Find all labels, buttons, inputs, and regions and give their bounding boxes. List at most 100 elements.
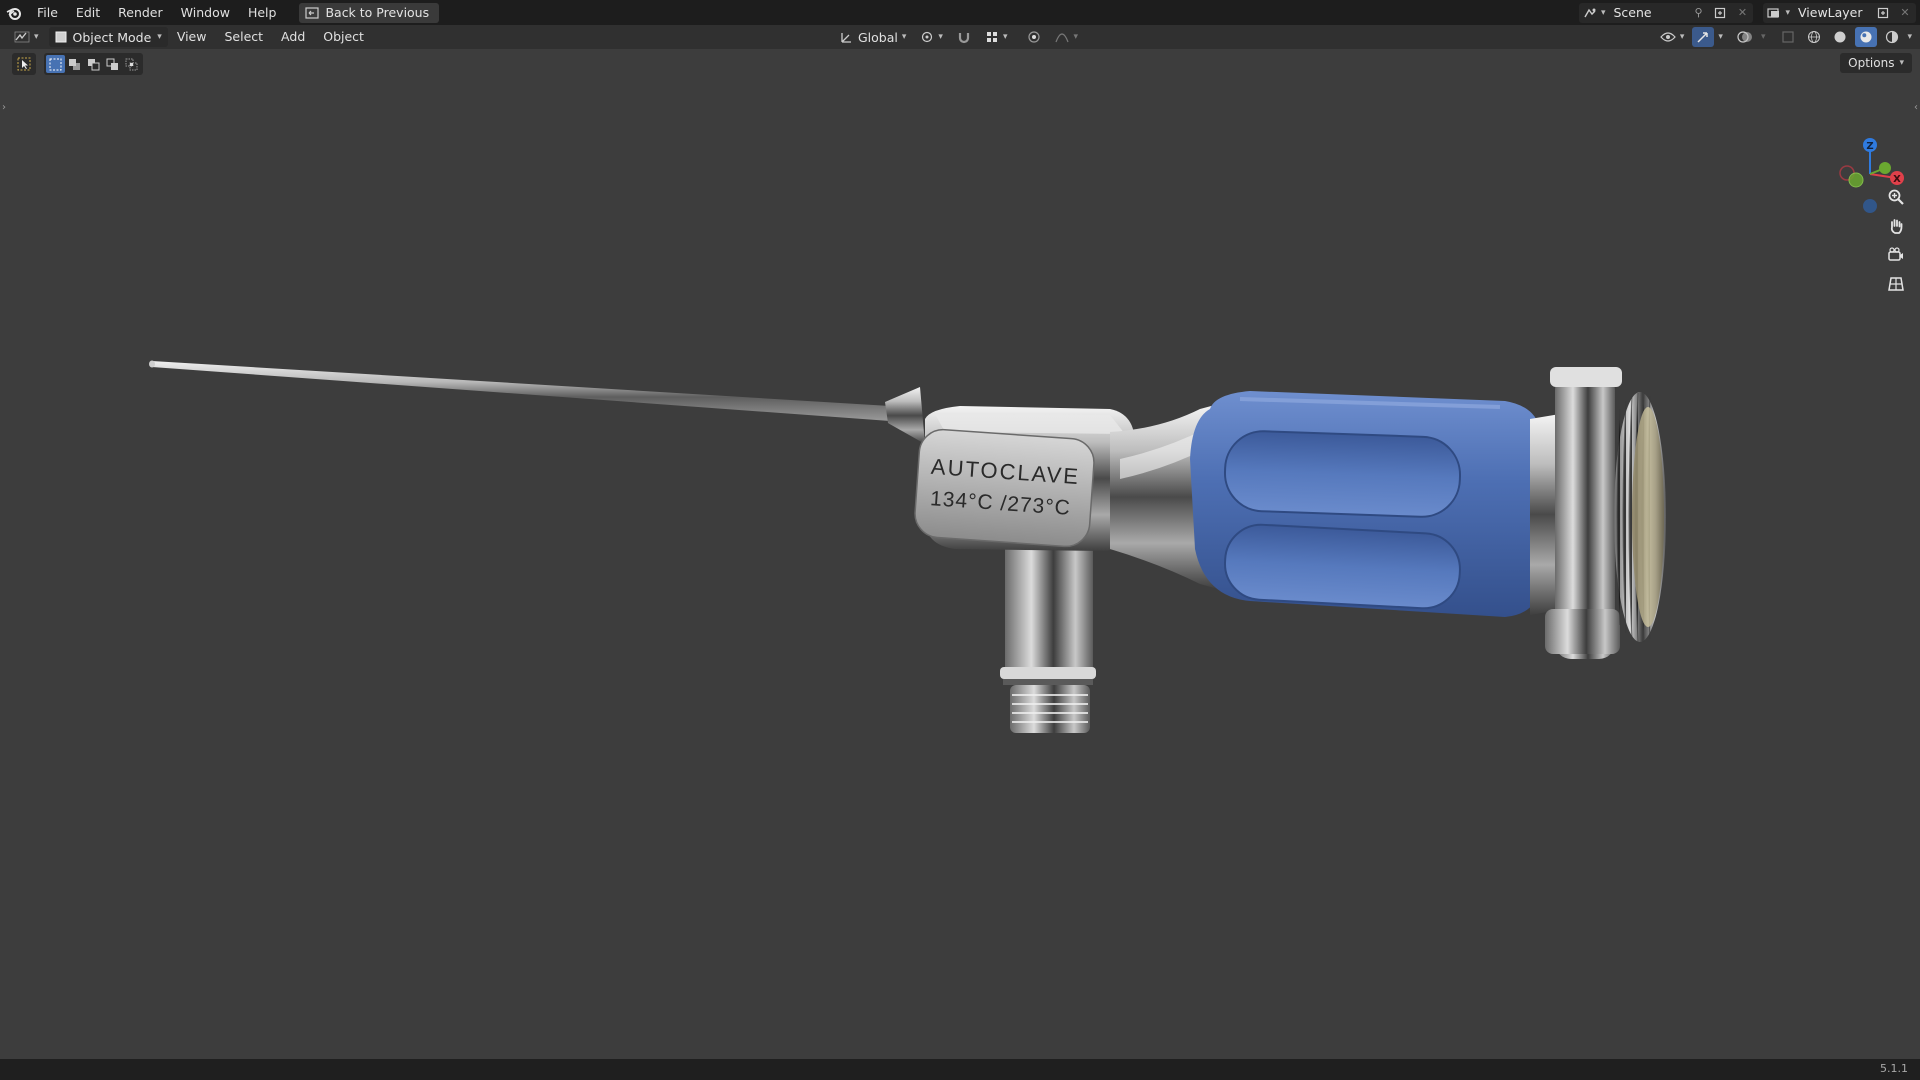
- 3d-viewport[interactable]: › ‹ AUTOCLAVE 134°C /273°C Z X: [0, 49, 1920, 1059]
- new-view-layer-icon[interactable]: [1872, 3, 1894, 23]
- view-layer-selector[interactable]: ▾ ViewLayer ✕: [1763, 2, 1916, 23]
- object-mode-dropdown[interactable]: Object Mode ▾: [48, 27, 168, 47]
- solid-sphere-icon: [1834, 31, 1846, 43]
- xray-icon: [1782, 31, 1795, 43]
- view-layer-name[interactable]: ViewLayer: [1790, 5, 1872, 20]
- pin-icon[interactable]: ⚲: [1687, 3, 1709, 23]
- blender-logo-icon[interactable]: [0, 0, 28, 25]
- scene-icon: [1579, 3, 1601, 23]
- menu-help[interactable]: Help: [239, 0, 286, 25]
- gizmo-toggle[interactable]: [1692, 27, 1715, 47]
- shading-wireframe-button[interactable]: [1803, 27, 1825, 47]
- shading-rendered-button[interactable]: [1881, 27, 1903, 47]
- proportional-editing-icon: [1028, 31, 1041, 43]
- snap-grid-icon: [986, 32, 997, 42]
- perspective-grid-icon[interactable]: [1882, 270, 1910, 298]
- selection-mode-group: [44, 53, 143, 75]
- chevron-down-icon: ▾: [1073, 32, 1078, 42]
- chevron-down-icon: ▾: [901, 32, 907, 42]
- chevron-down-icon: ▾: [1679, 32, 1685, 42]
- chevron-down-icon[interactable]: ▾: [1718, 32, 1723, 42]
- version-label: 5.1.1: [1880, 1062, 1908, 1075]
- pan-hand-icon[interactable]: [1882, 212, 1910, 240]
- orientation-label: Global: [858, 29, 898, 45]
- falloff-curve-icon: [1055, 33, 1070, 43]
- menu-select[interactable]: Select: [215, 25, 272, 49]
- visibility-dropdown[interactable]: ▾: [1656, 27, 1689, 47]
- select-invert-button[interactable]: [103, 55, 122, 73]
- pivot-point-icon: [922, 31, 933, 43]
- chevron-down-icon[interactable]: ▾: [1761, 32, 1766, 42]
- menu-file[interactable]: File: [28, 0, 67, 25]
- menu-render[interactable]: Render: [109, 0, 172, 25]
- scene-name[interactable]: Scene: [1605, 5, 1687, 20]
- top-menu-bar: File Edit Render Window Help Back to Pre…: [0, 0, 1920, 25]
- select-subtract-icon: [88, 58, 100, 70]
- zoom-icon[interactable]: [1882, 183, 1910, 211]
- view-layer-icon: [1763, 3, 1785, 23]
- menu-add[interactable]: Add: [272, 25, 314, 49]
- select-extend-icon: [69, 58, 80, 70]
- blender-window: File Edit Render Window Help Back to Pre…: [0, 0, 1920, 1080]
- shading-material-button[interactable]: [1855, 27, 1878, 47]
- editor-type-button[interactable]: ▾: [10, 27, 43, 47]
- viewport-shading-controls: ▾ ▾ ▾ ▾: [1656, 25, 1912, 49]
- axis-neg-z-handle[interactable]: [1863, 199, 1877, 213]
- camera-icon[interactable]: [1882, 241, 1910, 269]
- snap-toggle[interactable]: [953, 27, 975, 47]
- scene-selector[interactable]: ▾ Scene ⚲ ✕: [1578, 2, 1754, 23]
- options-label: Options: [1848, 56, 1895, 70]
- viewport-header: ▾ Object Mode ▾ View Select Add Object G…: [0, 25, 1920, 49]
- select-invert-icon: [106, 58, 118, 70]
- fullscreen-back-icon: [305, 6, 320, 19]
- object-mode-icon: [55, 31, 67, 43]
- xray-toggle[interactable]: [1777, 27, 1799, 47]
- select-set-icon: [49, 58, 62, 70]
- chevron-down-icon: ▾: [1002, 32, 1008, 42]
- back-button-label: Back to Previous: [325, 5, 430, 20]
- orientation-axes-icon: [841, 33, 851, 43]
- options-dropdown[interactable]: Options ▾: [1840, 53, 1912, 73]
- axis-y-handle[interactable]: [1879, 162, 1891, 174]
- gizmo-arrows-icon: [1697, 32, 1709, 43]
- shaft: [152, 361, 890, 421]
- svg-text:Z: Z: [1866, 141, 1873, 152]
- select-set-button[interactable]: [46, 55, 65, 73]
- transform-orientation-dropdown[interactable]: Global ▾: [836, 27, 910, 47]
- magnet-icon: [958, 33, 970, 44]
- overlays-icon: [1737, 31, 1752, 43]
- overlays-toggle[interactable]: [1733, 27, 1757, 47]
- shading-solid-button[interactable]: [1829, 27, 1851, 47]
- select-intersect-button[interactable]: [122, 55, 141, 73]
- snap-target-dropdown[interactable]: ▾: [981, 27, 1012, 47]
- menu-object[interactable]: Object: [314, 25, 373, 49]
- chevron-down-icon: ▾: [157, 32, 162, 42]
- remove-view-layer-icon[interactable]: ✕: [1894, 3, 1916, 23]
- select-intersect-icon: [125, 58, 138, 70]
- back-to-previous-button[interactable]: Back to Previous: [299, 2, 440, 23]
- mode-label: Object Mode: [72, 29, 152, 45]
- proportional-editing-toggle[interactable]: [1023, 27, 1045, 47]
- chevron-down-icon: ▾: [34, 32, 39, 42]
- transform-controls: Global ▾ ▾ ▾ ▾: [836, 25, 1082, 49]
- select-extend-button[interactable]: [65, 55, 84, 73]
- chevron-down-icon[interactable]: ▾: [1907, 32, 1912, 42]
- chevron-down-icon: ▾: [1899, 58, 1904, 68]
- remove-scene-icon[interactable]: ✕: [1731, 3, 1753, 23]
- axis-neg-y-handle[interactable]: [1848, 172, 1864, 188]
- status-bar: 5.1.1: [0, 1059, 1920, 1080]
- material-sphere-icon: [1860, 31, 1872, 43]
- select-subtract-button[interactable]: [84, 55, 103, 73]
- menu-view[interactable]: View: [168, 25, 216, 49]
- eye-visibility-icon: [1660, 32, 1676, 42]
- new-scene-icon[interactable]: [1709, 3, 1731, 23]
- falloff-dropdown[interactable]: ▾: [1051, 27, 1082, 47]
- menu-window[interactable]: Window: [172, 0, 239, 25]
- tool-settings-row: [12, 53, 143, 75]
- menu-edit[interactable]: Edit: [67, 0, 109, 25]
- chevron-down-icon: ▾: [938, 32, 943, 42]
- endoscope-model[interactable]: AUTOCLAVE 134°C /273°C: [0, 49, 1920, 1059]
- select-tool-button[interactable]: [12, 53, 36, 75]
- pivot-point-dropdown[interactable]: ▾: [916, 27, 947, 47]
- rendered-sphere-icon: [1886, 30, 1899, 44]
